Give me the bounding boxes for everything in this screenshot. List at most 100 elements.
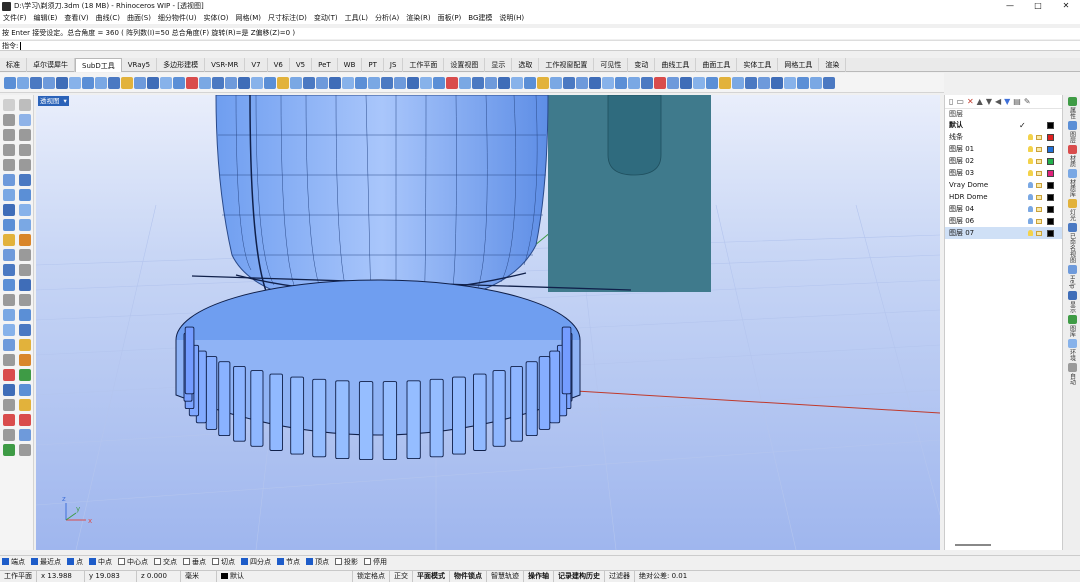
subd-sweep-icon[interactable] <box>108 76 120 89</box>
layer-row[interactable]: 图层 02 <box>945 155 1062 167</box>
subd-box-icon[interactable] <box>4 76 16 89</box>
subd-thicken-icon[interactable] <box>342 76 354 89</box>
subd-append-icon[interactable] <box>316 76 328 89</box>
current-layer-indicator[interactable]: 默认 <box>217 570 353 582</box>
viewport-title-tab[interactable]: 透视图 ▾ <box>38 96 69 106</box>
revolve-icon[interactable] <box>19 189 31 201</box>
layer-color-swatch[interactable] <box>1047 121 1054 129</box>
point-icon[interactable] <box>19 99 31 111</box>
loft-icon[interactable] <box>3 189 15 201</box>
lock-icon[interactable] <box>628 76 640 89</box>
tab-mesh-tools[interactable]: 网格工具 <box>778 58 820 72</box>
toggle-record-history[interactable]: 记录建构历史 <box>554 570 605 582</box>
mesh-icon[interactable] <box>19 219 31 231</box>
draft-icon[interactable] <box>693 76 705 89</box>
layer-row[interactable]: 图层 01 <box>945 143 1062 155</box>
show-icon[interactable] <box>615 76 627 89</box>
subd-ellipsoid-icon[interactable] <box>82 76 94 89</box>
blade-tooth[interactable] <box>473 373 487 451</box>
new-layer-icon[interactable]: ▯ <box>949 97 953 106</box>
filter-icon[interactable]: ▼ <box>1004 97 1010 106</box>
menu-transform[interactable]: 变动(T) <box>314 13 338 23</box>
visibility-bulb-icon[interactable] <box>1028 194 1033 200</box>
checkbox[interactable] <box>154 558 161 565</box>
clipping-plane-icon[interactable] <box>797 76 809 89</box>
visibility-bulb-icon[interactable] <box>1028 206 1033 212</box>
dock-tab-materials[interactable]: 材质 <box>1064 145 1080 167</box>
new-sublayer-icon[interactable]: ▭ <box>956 97 964 106</box>
tab-subd-tools[interactable]: SubD工具 <box>75 58 122 72</box>
visibility-bulb-icon[interactable] <box>1028 170 1033 176</box>
blade-tooth[interactable] <box>406 380 421 460</box>
lock-icon[interactable] <box>1036 195 1042 200</box>
arc-icon[interactable] <box>19 129 31 141</box>
subd-torus-icon[interactable] <box>56 76 68 89</box>
move-down-icon[interactable]: ▼ <box>986 97 992 106</box>
subd-mesh-to-subd-icon[interactable] <box>355 76 367 89</box>
lock-icon[interactable] <box>1036 159 1042 164</box>
blade-tooth[interactable] <box>382 381 398 461</box>
dock-tab-auto[interactable]: 自动 <box>1064 362 1080 385</box>
blade-tooth[interactable] <box>549 350 561 424</box>
layer-row[interactable]: 线条 <box>945 131 1062 143</box>
dock-tab-lights[interactable]: 灯光 <box>1064 199 1080 221</box>
lock-icon[interactable] <box>1036 207 1042 212</box>
lock-icon[interactable] <box>1036 183 1042 188</box>
dock-tab-named-views[interactable]: 已命名视图 <box>1064 223 1080 263</box>
tab-vsr-mr[interactable]: VSR-MR <box>205 58 246 72</box>
toggle-smarttrack[interactable]: 智慧轨迹 <box>487 570 524 582</box>
checkbox[interactable] <box>67 558 74 565</box>
toggle-gumball[interactable]: 操作轴 <box>524 570 554 582</box>
trim-icon[interactable] <box>19 249 31 261</box>
layer-row[interactable]: 图层 03 <box>945 167 1062 179</box>
checkbox[interactable] <box>89 558 96 565</box>
subd-bevel-icon[interactable] <box>212 76 224 89</box>
checkbox[interactable] <box>212 558 219 565</box>
menu-analyze[interactable]: 分析(A) <box>375 13 399 23</box>
tab-pt[interactable]: PT <box>362 58 384 72</box>
subd-plane-icon[interactable] <box>69 76 81 89</box>
rotate-icon[interactable] <box>498 76 510 89</box>
script-icon[interactable] <box>19 429 31 441</box>
tab-v7[interactable]: V7 <box>245 58 268 72</box>
viewport-canvas[interactable]: z x y <box>36 95 940 550</box>
boolean-difference-icon[interactable] <box>19 234 31 246</box>
tab-solid-tools[interactable]: 实体工具 <box>737 58 779 72</box>
render-tool-icon[interactable] <box>19 384 31 396</box>
twist-icon[interactable] <box>3 369 15 381</box>
checkbox[interactable] <box>241 558 248 565</box>
array-icon[interactable] <box>472 76 484 89</box>
osnap-center[interactable]: 中心点 <box>118 557 148 567</box>
select-arrow-icon[interactable] <box>3 99 15 111</box>
osnap-quadrant[interactable]: 四分点 <box>241 557 271 567</box>
move-tool-icon[interactable] <box>3 309 15 321</box>
blade-tooth[interactable] <box>269 373 283 451</box>
flow-along-curve-icon[interactable] <box>19 354 31 366</box>
blade-tooth[interactable] <box>358 381 374 461</box>
shaver-side-panel[interactable] <box>548 95 711 292</box>
material-icon[interactable] <box>732 76 744 89</box>
ellipse-icon[interactable] <box>3 159 15 171</box>
join-tool-icon[interactable] <box>19 264 31 276</box>
tab-surface-tools[interactable]: 曲面工具 <box>696 58 738 72</box>
join-icon[interactable] <box>550 76 562 89</box>
tab-js[interactable]: JS <box>384 58 404 72</box>
text-icon[interactable] <box>3 294 15 306</box>
dock-tab-layers[interactable]: 图层 <box>1064 121 1080 143</box>
checkbox[interactable] <box>306 558 313 565</box>
tab-select[interactable]: 选取 <box>512 58 540 72</box>
minimize-button[interactable]: — <box>996 0 1024 12</box>
shaver-body[interactable] <box>215 95 549 308</box>
dock-tab-environment[interactable]: 环境 <box>1064 338 1080 361</box>
tab-v6[interactable]: V6 <box>268 58 290 72</box>
tab-polygon-modeling[interactable]: 多边形建模 <box>157 58 206 72</box>
toggle-filter[interactable]: 过滤器 <box>605 570 635 582</box>
subd-bridge-icon[interactable] <box>147 76 159 89</box>
checkbox[interactable] <box>2 558 9 565</box>
subd-sphere-icon[interactable] <box>30 76 42 89</box>
layer-color-swatch[interactable] <box>1047 133 1054 141</box>
layer-color-swatch[interactable] <box>1047 229 1054 237</box>
surface-from-points-icon[interactable] <box>3 174 15 186</box>
layer-color-swatch[interactable] <box>1047 157 1054 165</box>
polygon-icon[interactable] <box>3 144 15 156</box>
